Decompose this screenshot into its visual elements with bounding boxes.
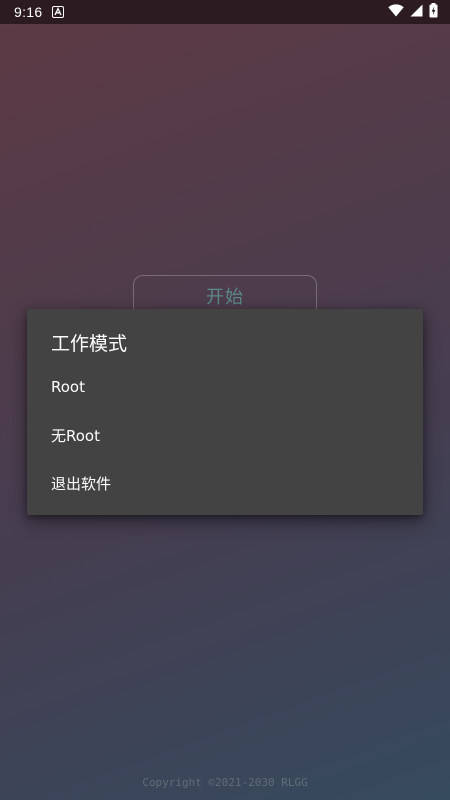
- dialog-item-root[interactable]: Root: [27, 363, 423, 411]
- dialog-item-exit[interactable]: 退出软件: [27, 459, 423, 507]
- dialog-title: 工作模式: [51, 333, 128, 355]
- status-time: 9:16: [14, 4, 43, 20]
- dialog-item-no-root[interactable]: 无Root: [27, 411, 423, 459]
- signal-icon: [410, 4, 423, 21]
- status-icons: [388, 2, 438, 22]
- copyright-text: Copyright ©2021-2030 RLGG: [142, 776, 308, 789]
- wifi-icon: [388, 3, 404, 21]
- battery-charging-icon: [429, 2, 438, 22]
- work-mode-dialog: 工作模式 Root 无Root 退出软件: [27, 309, 423, 515]
- notification-a-icon: [52, 6, 65, 18]
- status-bar: 9:16: [0, 0, 450, 24]
